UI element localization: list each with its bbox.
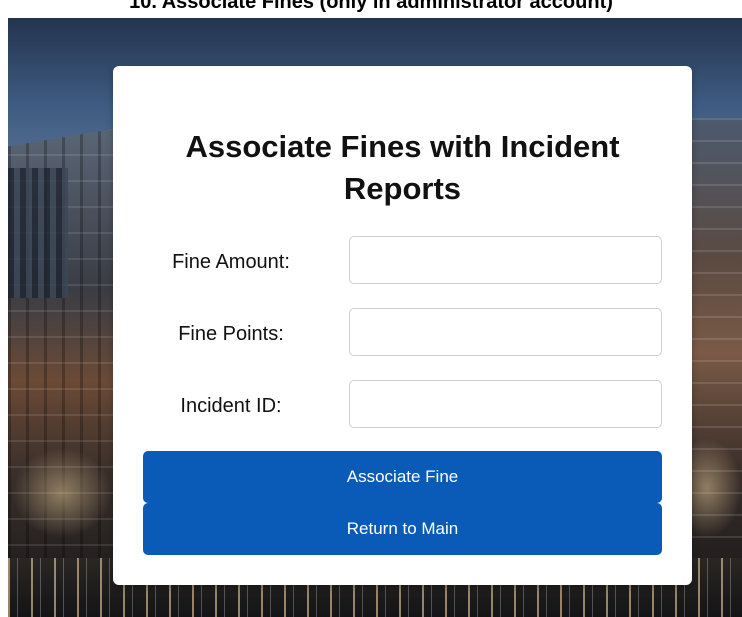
screen: 10. Associate Fines (only in administrat… bbox=[0, 0, 742, 617]
light-glow-left bbox=[12, 448, 112, 538]
fine-amount-label: Fine Amount: bbox=[172, 251, 290, 273]
building-left-windows bbox=[8, 168, 68, 298]
form-title: Associate Fines with Incident Reports bbox=[185, 129, 620, 206]
form-card: Associate Fines with Incident Reports Fi… bbox=[113, 66, 692, 585]
fine-amount-input[interactable] bbox=[349, 236, 662, 284]
incident-id-label: Incident ID: bbox=[180, 395, 282, 417]
fine-points-input[interactable] bbox=[349, 308, 662, 356]
return-to-main-button[interactable]: Return to Main bbox=[143, 503, 662, 555]
incident-id-input[interactable] bbox=[349, 380, 662, 428]
associate-fine-button[interactable]: Associate Fine bbox=[143, 451, 662, 503]
page-caption: 10. Associate Fines (only in administrat… bbox=[129, 0, 613, 13]
fine-points-label: Fine Points: bbox=[178, 323, 284, 345]
